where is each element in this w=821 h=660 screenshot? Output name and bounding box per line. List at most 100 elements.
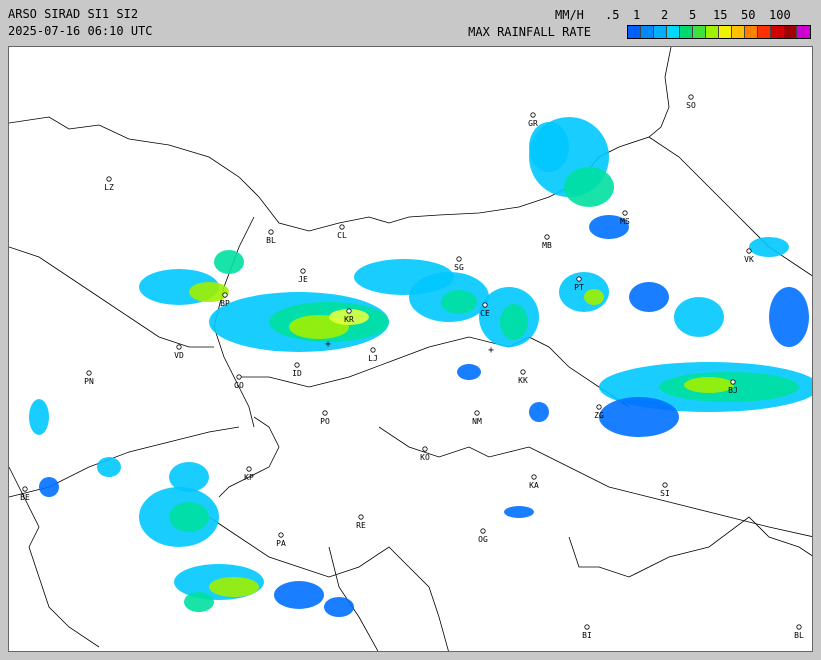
rain-cell (209, 577, 259, 597)
city-marker (346, 308, 352, 314)
borders (9, 47, 812, 651)
city-marker (520, 369, 526, 375)
legend-color-swatch (693, 26, 706, 38)
city-label: BJ (728, 386, 738, 395)
city-marker (796, 624, 802, 630)
city-label: VK (744, 255, 754, 264)
rain-cell (39, 477, 59, 497)
city-marker (584, 624, 590, 630)
rain-cell (599, 397, 679, 437)
rain-cell (749, 237, 789, 257)
rain-cell (97, 457, 121, 477)
legend-color-swatch (745, 26, 758, 38)
legend-color-swatch (667, 26, 680, 38)
legend-color-swatch (784, 26, 797, 38)
city-label: SG (454, 263, 464, 272)
radar-map[interactable]: GR SO LZ BL CL MB MS VK JE KR SG PT BP CE VD LJ PN GO ID KK… (8, 46, 813, 652)
city-marker (339, 224, 345, 230)
map-canvas[interactable]: GR SO LZ BL CL MB MS VK JE KR SG PT BP CE VD LJ PN GO ID KK… (9, 47, 813, 652)
rain-cell (769, 287, 809, 347)
city-marker (730, 379, 736, 385)
city-label: PT (574, 283, 584, 292)
city-marker (358, 514, 364, 520)
city-marker (246, 466, 252, 472)
city-label: SI (660, 489, 670, 498)
city-label: PO (320, 417, 330, 426)
rain-cell (529, 402, 549, 422)
city-label: LJ (368, 354, 378, 363)
legend-row (627, 25, 811, 39)
rain-cell (684, 377, 734, 393)
city-label: JE (298, 275, 308, 284)
legend-color-swatch (771, 26, 784, 38)
city-label: OG (478, 535, 488, 544)
product-title: ARSO SIRAD SI1 SI2 (8, 7, 139, 21)
scale-label: 15 (713, 8, 728, 22)
city-marker (370, 347, 376, 353)
city-label: CE (480, 309, 490, 318)
city-label: BP (220, 299, 230, 308)
city-marker (622, 210, 628, 216)
legend-scale: MM/H .5 1 2 5 15 50 100 (555, 6, 811, 23)
city-marker (322, 410, 328, 416)
legend-color-swatch (797, 26, 810, 38)
city-marker (22, 486, 28, 492)
city-marker (482, 302, 488, 308)
city-label: KR (344, 315, 354, 324)
scale-label: 100 (769, 8, 791, 22)
city-marker (480, 528, 486, 534)
city-label: MS (620, 217, 630, 226)
radar-site-marker: + (488, 345, 494, 356)
scale-label: .5 (605, 8, 620, 22)
city-marker (176, 344, 182, 350)
header-info: ARSO SIRAD SI1 SI2 2025-07-16 06:10 UTC (8, 6, 153, 40)
scale-label: 50 (741, 8, 756, 22)
rain-cell (674, 297, 724, 337)
city-marker (456, 256, 462, 262)
city-label: BE (20, 493, 30, 502)
rain-cell (457, 364, 481, 380)
rain-cell (564, 167, 614, 207)
city-marker (544, 234, 550, 240)
city-label: BL (794, 631, 804, 640)
scale-label: 1 (633, 8, 641, 22)
city-label: KA (529, 481, 539, 490)
timestamp: 2025-07-16 06:10 UTC (8, 24, 153, 38)
scale-label: 5 (689, 8, 697, 22)
city-label: NM (472, 417, 482, 426)
city-label: BI (582, 631, 592, 640)
rain-cell (184, 592, 214, 612)
city-marker (596, 404, 602, 410)
city-label: GR (528, 119, 538, 128)
legend-color-swatch (680, 26, 693, 38)
city-label: ZG (594, 411, 604, 420)
city-label: KK (518, 376, 528, 385)
city-label: ID (292, 369, 302, 378)
rain-cell (584, 289, 604, 305)
city-marker (222, 292, 228, 298)
legend-color-swatch (628, 26, 641, 38)
city-label: GO (234, 381, 244, 390)
legend: MM/H .5 1 2 5 15 50 100 MAX RAINFALL RAT… (468, 6, 811, 39)
rain-cell (274, 581, 324, 609)
city-marker (576, 276, 582, 282)
city-marker (662, 482, 668, 488)
rain-cell (504, 506, 534, 518)
city-label: CL (337, 231, 347, 240)
city-label: KP (244, 473, 254, 482)
city-label: BL (266, 236, 276, 245)
city-label: KO (420, 453, 430, 462)
city-label: PN (84, 377, 94, 386)
rain-cell (214, 250, 244, 274)
units-label: MM/H (555, 8, 584, 22)
city-marker (474, 410, 480, 416)
city-marker (86, 370, 92, 376)
legend-color-swatch (654, 26, 667, 38)
rain-cell (169, 502, 209, 532)
city-marker (106, 176, 112, 182)
city-marker (530, 112, 536, 118)
city-marker (746, 248, 752, 254)
border-line (378, 426, 812, 537)
rain-cell (29, 399, 49, 435)
rain-cell (169, 462, 209, 492)
